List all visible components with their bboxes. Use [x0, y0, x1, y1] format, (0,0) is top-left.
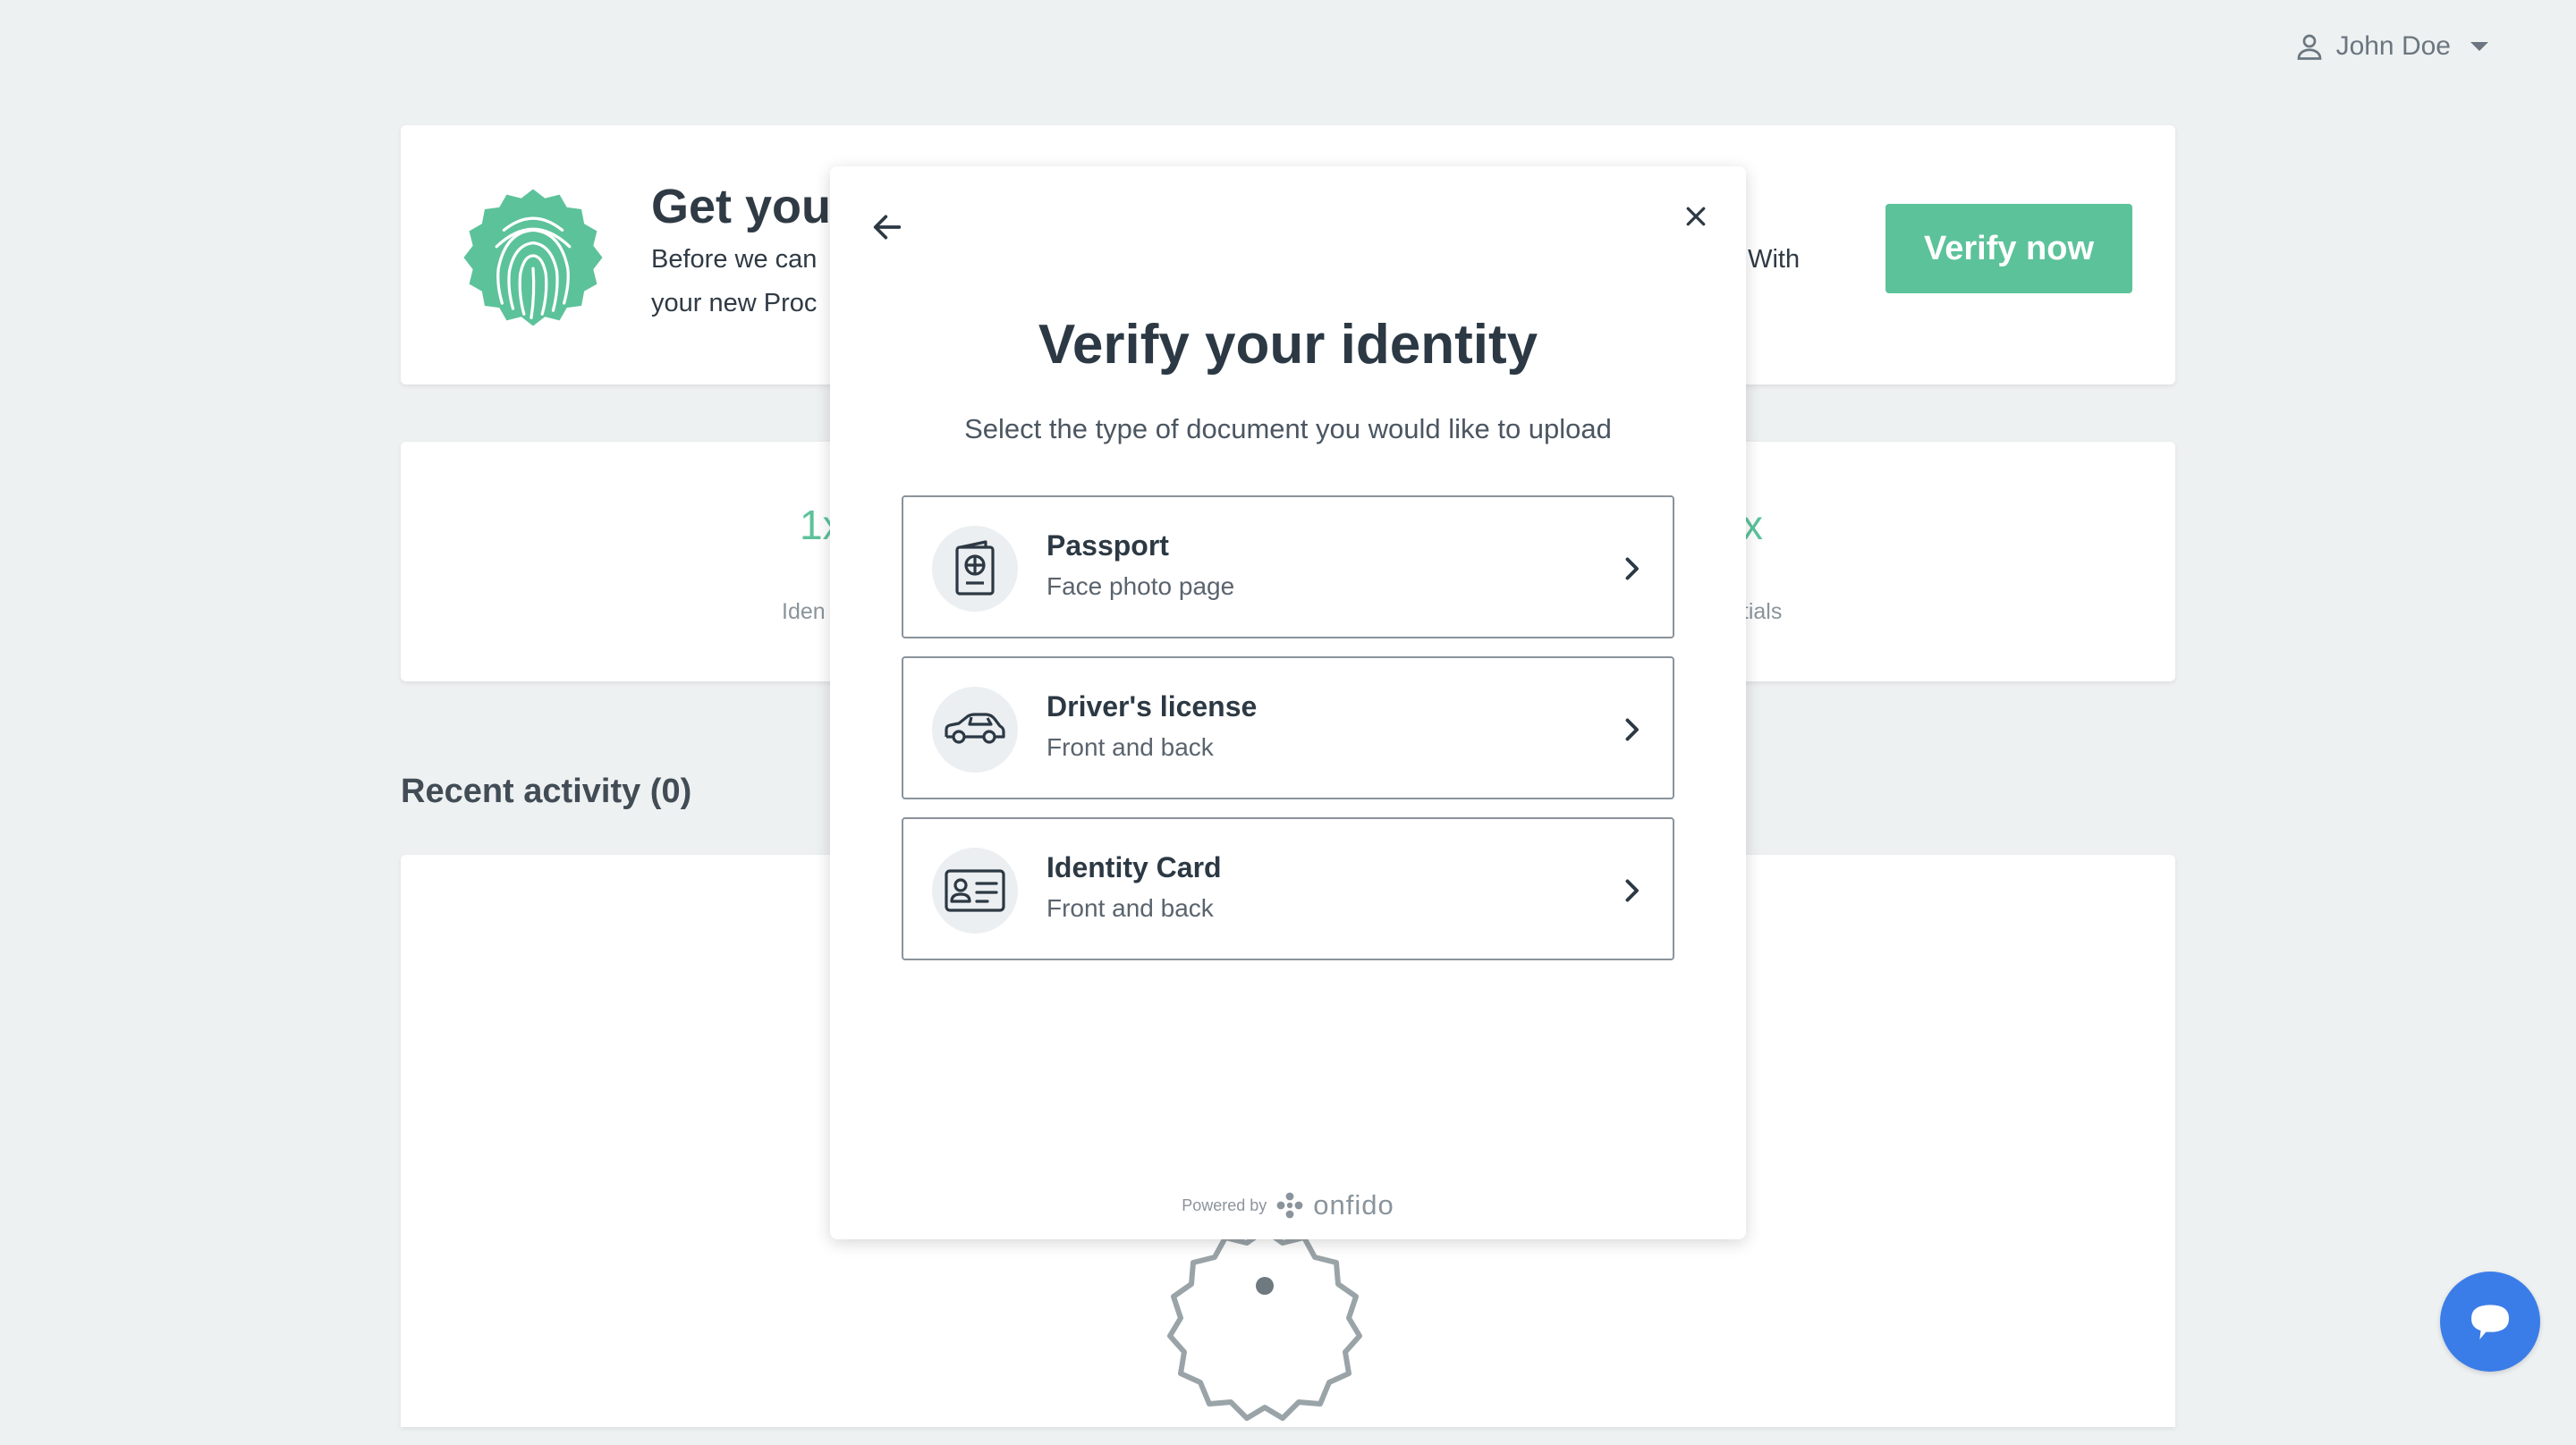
empty-state-badge-icon — [1167, 1228, 1362, 1421]
document-option-title: Identity Card — [1046, 851, 1222, 883]
close-button[interactable] — [1671, 191, 1721, 241]
modal-title: Verify your identity — [1038, 314, 1538, 376]
user-menu[interactable]: John Doe — [2293, 27, 2488, 66]
chat-launcher-button[interactable] — [2440, 1272, 2540, 1372]
user-icon — [2293, 30, 2326, 63]
document-type-list: Passport Face photo page Driver's licens… — [902, 495, 1674, 978]
modal-subtitle: Select the type of document you would li… — [964, 413, 1612, 444]
back-button[interactable] — [862, 202, 912, 252]
passport-icon-container — [932, 526, 1018, 612]
banner-text: Before we can — [651, 245, 818, 274]
banner-text: your new Proc — [651, 289, 818, 317]
recent-activity-title: Recent activity (0) — [401, 773, 692, 810]
document-option-title: Driver's license — [1046, 690, 1258, 722]
document-option-identity-card[interactable]: Identity Card Front and back — [902, 817, 1674, 960]
passport-icon — [955, 540, 995, 596]
powered-by-label: Powered by — [1182, 1196, 1267, 1214]
onfido-brand-text: onfido — [1313, 1189, 1394, 1221]
document-option-title: Passport — [1046, 529, 1169, 562]
car-icon — [945, 713, 1005, 744]
powered-by-footer: Powered by onfido — [830, 1189, 1746, 1221]
user-name: John Doe — [2335, 31, 2451, 61]
verify-now-button[interactable]: Verify now — [1885, 204, 2132, 293]
id-card-icon — [945, 869, 1005, 912]
document-option-drivers-license[interactable]: Driver's license Front and back — [902, 656, 1674, 799]
banner-title: Get you — [651, 180, 832, 233]
chat-bubble-icon — [2471, 1305, 2509, 1339]
document-option-hint: Front and back — [1046, 894, 1214, 922]
arrow-left-icon — [873, 215, 902, 240]
id-card-icon-container — [932, 848, 1018, 934]
car-icon-container — [932, 687, 1018, 773]
chevron-right-icon — [1625, 718, 1639, 741]
document-option-hint: Front and back — [1046, 733, 1214, 761]
chevron-right-icon — [1625, 557, 1639, 580]
onfido-logo-icon — [1276, 1192, 1303, 1219]
close-icon — [1686, 207, 1706, 226]
chevron-right-icon — [1625, 879, 1639, 902]
verify-identity-modal: Verify your identity Select the type of … — [830, 166, 1746, 1239]
fingerprint-badge-icon — [463, 189, 603, 326]
chevron-down-icon — [2470, 42, 2488, 51]
document-option-passport[interactable]: Passport Face photo page — [902, 495, 1674, 638]
document-option-hint: Face photo page — [1046, 572, 1235, 600]
stat-label: Iden — [782, 599, 826, 624]
